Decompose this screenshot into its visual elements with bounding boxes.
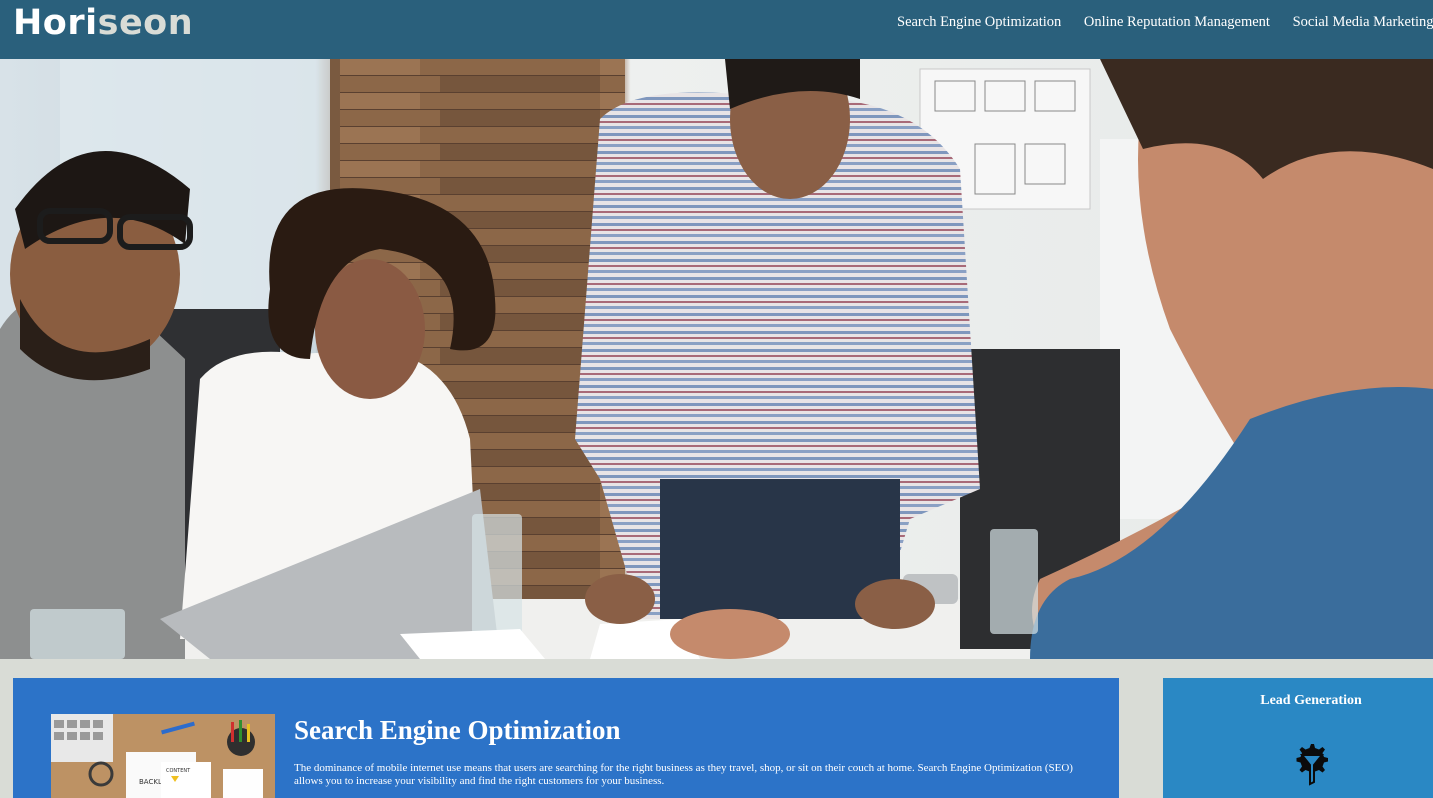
- hero-image: [0, 59, 1433, 659]
- seo-image: BACKLINK CONTENT: [51, 714, 275, 798]
- svg-text:CONTENT: CONTENT: [166, 768, 191, 774]
- nav-link-reputation[interactable]: Online Reputation Management: [1084, 13, 1270, 31]
- main-nav: Search Engine Optimization Online Reputa…: [897, 13, 1433, 31]
- seo-description: The dominance of mobile internet use mea…: [294, 762, 1073, 787]
- seo-title: Search Engine Optimization: [294, 715, 621, 745]
- site-logo[interactable]: Horiseon: [13, 3, 193, 43]
- seo-content-card: BACKLINK CONTENT Search Engine Optimizat…: [13, 678, 1119, 798]
- logo-text-hori: Hori: [13, 3, 98, 43]
- team-meeting-photo-icon: [0, 59, 1433, 659]
- nav-link-seo[interactable]: Search Engine Optimization: [897, 13, 1061, 31]
- logo-text-seon: seon: [97, 3, 194, 43]
- seo-desk-photo-icon: BACKLINK CONTENT: [51, 714, 275, 798]
- lead-generation-title: Lead Generation: [1260, 693, 1362, 708]
- nav-link-social-media[interactable]: Social Media Marketing: [1293, 13, 1433, 31]
- site-header: Horiseon Search Engine Optimization Onli…: [0, 0, 1433, 59]
- lead-generation-card: Lead Generation: [1163, 678, 1433, 798]
